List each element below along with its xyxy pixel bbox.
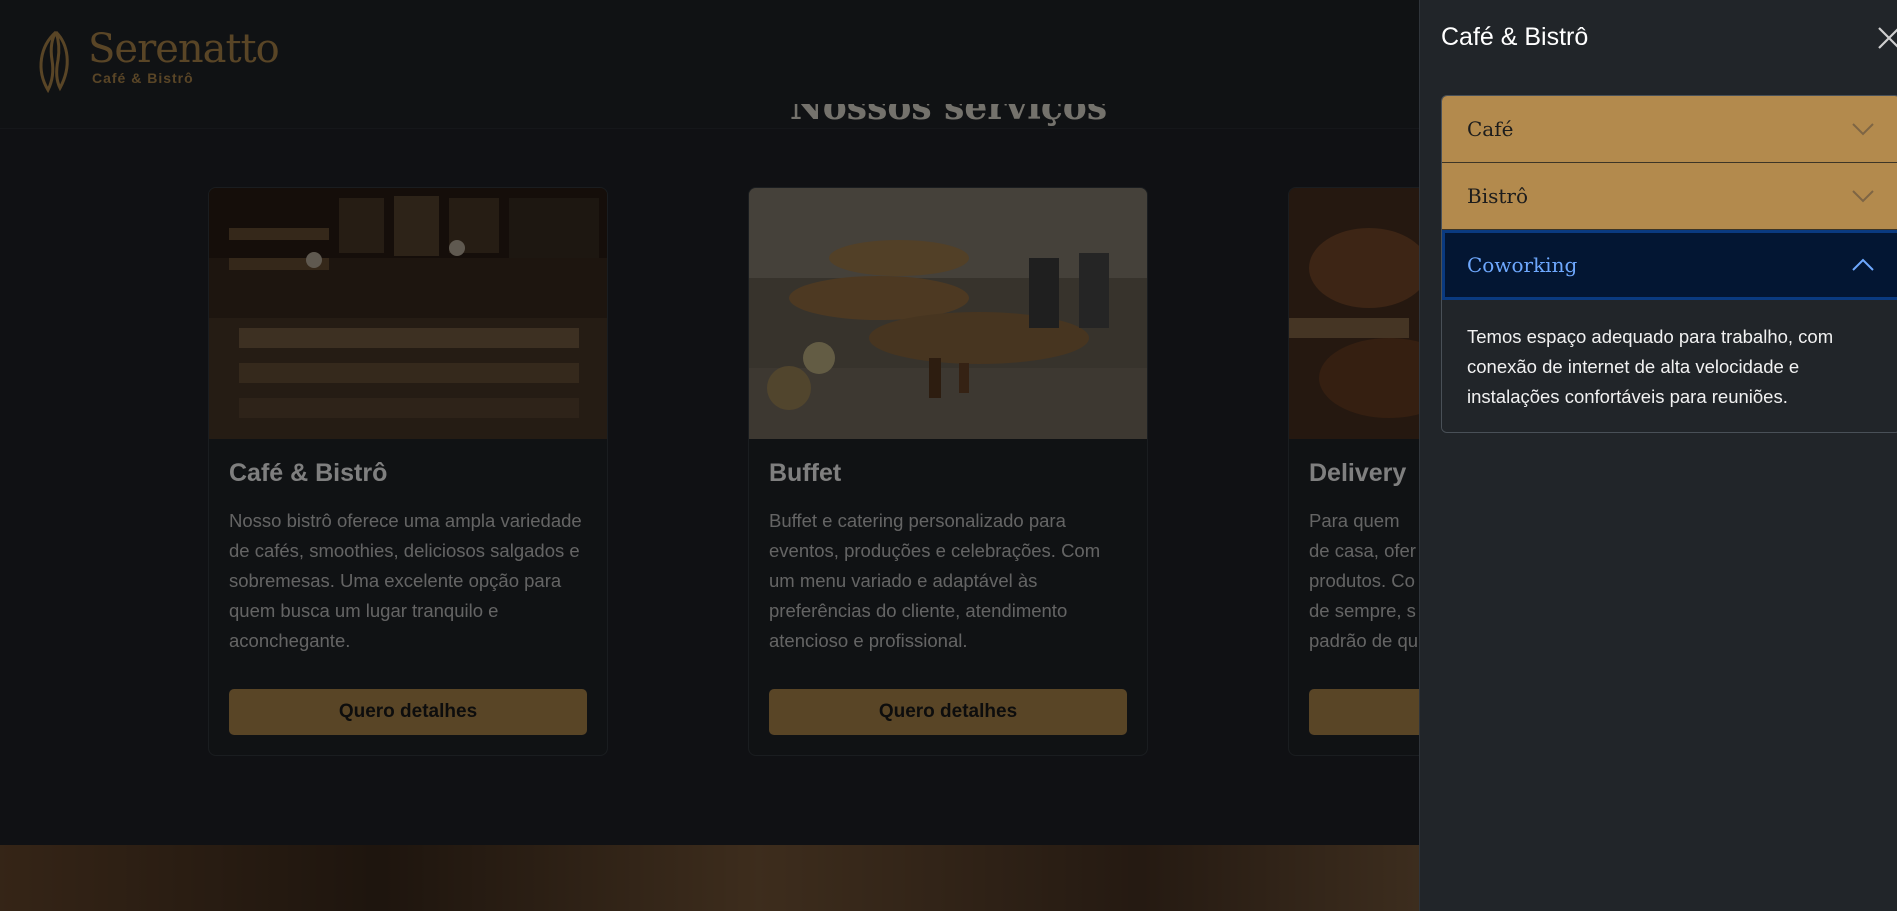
accordion-item-coworking: Coworking Temos espaço adequado para tra… [1442,230,1897,432]
chevron-down-icon [1852,190,1874,203]
accordion-item-bistro: Bistrô [1442,163,1897,230]
offcanvas-title: Café & Bistrô [1441,23,1589,51]
accordion-item-cafe: Café [1442,96,1897,163]
offcanvas-panel: Café & Bistrô Café Bistrô Coworking Temo… [1419,0,1897,911]
services-accordion: Café Bistrô Coworking Temos espaço adequ… [1441,95,1897,433]
offcanvas-header: Café & Bistrô [1441,20,1881,54]
accordion-label: Café [1467,117,1514,141]
accordion-header-coworking[interactable]: Coworking [1442,230,1897,300]
accordion-body-coworking: Temos espaço adequado para trabalho, com… [1442,300,1897,432]
accordion-label: Bistrô [1467,184,1528,208]
accordion-label: Coworking [1467,253,1578,277]
accordion-header-bistro[interactable]: Bistrô [1442,163,1897,229]
close-icon[interactable] [1876,25,1897,51]
chevron-up-icon [1852,258,1874,271]
chevron-down-icon [1852,123,1874,136]
accordion-header-cafe[interactable]: Café [1442,96,1897,162]
